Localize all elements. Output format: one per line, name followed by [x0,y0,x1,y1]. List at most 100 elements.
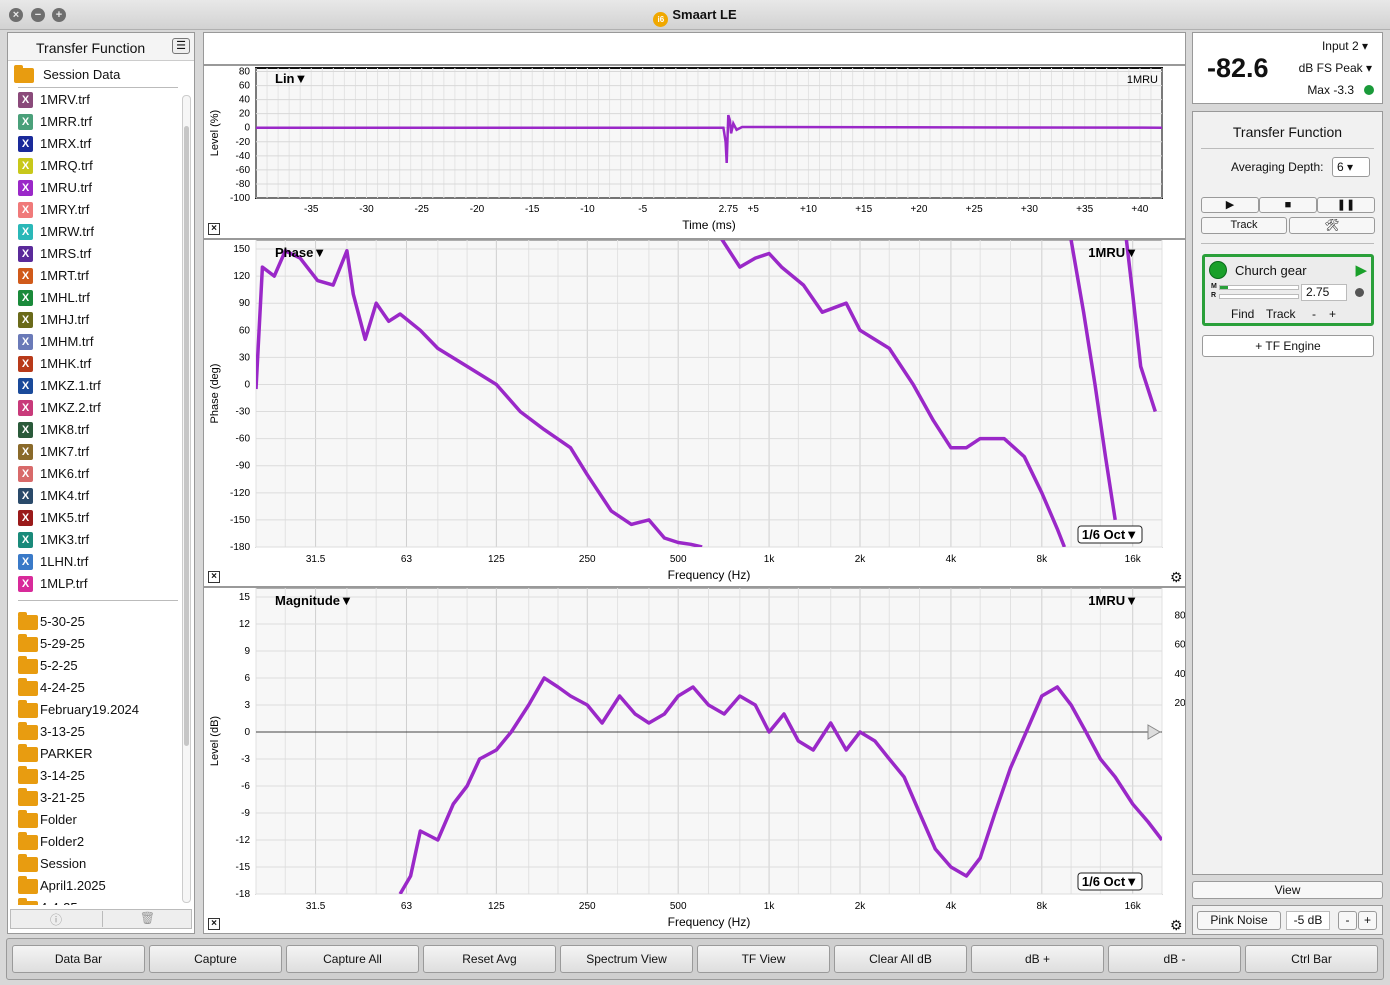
session-data-item[interactable]: Session Data [12,64,190,86]
cmd-data-bar-button[interactable]: Data Bar [12,945,145,973]
cmd-db-button[interactable]: dB + [971,945,1104,973]
x-tick-label: +5 [747,204,759,215]
delay-minus-button[interactable]: - [1312,307,1316,321]
file-item[interactable]: X 1MRY.trf [12,199,180,221]
folder-icon [18,634,38,652]
cmd-db-button[interactable]: dB - [1108,945,1241,973]
y-tick-label: 20 [239,109,251,120]
level-plus-button[interactable]: + [1358,911,1377,930]
play-button[interactable]: ▶ [1201,197,1259,213]
cmd-ctrl-bar-button[interactable]: Ctrl Bar [1245,945,1378,973]
cmd-reset-avg-button[interactable]: Reset Avg [423,945,556,973]
file-item[interactable]: X 1MHM.trf [12,331,180,353]
cmd-clear-all-db-button[interactable]: Clear All dB [834,945,967,973]
pink-noise-button[interactable]: Pink Noise [1197,911,1281,930]
folder-item[interactable]: February19.2024 [12,699,180,721]
file-item[interactable]: X 1MRQ.trf [12,155,180,177]
trace-file-icon: X [18,224,33,240]
tf-engine-card[interactable]: Church gear ▶ M R 2.75 Find Track - + [1202,254,1374,326]
play-triangle-icon[interactable]: ▶ [1355,261,1367,279]
gear-icon[interactable]: ⚙ [1170,569,1183,586]
file-item[interactable]: X 1MRX.trf [12,133,180,155]
cmd-spectrum-view-button[interactable]: Spectrum View [560,945,693,973]
file-item[interactable]: X 1MRR.trf [12,111,180,133]
file-name: 1MRW.trf [40,224,94,239]
track-delay-button[interactable]: Track [1266,307,1296,321]
meter-unit-select[interactable]: dB FS Peak ▾ [1299,61,1372,75]
trash-icon[interactable]: 🗑 [102,911,192,927]
averaging-depth-select[interactable]: 6 ▾ [1332,157,1370,177]
folder-name: 4-4-25 [40,900,78,905]
close-plot-icon[interactable]: × [208,223,220,235]
folder-item[interactable]: 5-30-25 [12,611,180,633]
folder-open-icon [14,65,34,83]
track-button[interactable]: Track [1201,217,1287,234]
stop-button[interactable]: ■ [1259,197,1317,213]
coherence-tick-label: 40 [1174,669,1185,680]
x-tick-label: -20 [470,204,485,215]
file-item[interactable]: X 1MK8.trf [12,419,180,441]
cmd-capture-button[interactable]: Capture [149,945,282,973]
y-tick-label: 30 [239,352,251,363]
delay-field[interactable]: 2.75 [1301,284,1347,301]
file-item[interactable]: X 1MHL.trf [12,287,180,309]
folder-item[interactable]: 5-2-25 [12,655,180,677]
folder-item[interactable]: 3-14-25 [12,765,180,787]
folder-item[interactable]: 3-13-25 [12,721,180,743]
file-item[interactable]: X 1MRU.trf [12,177,180,199]
file-item[interactable]: X 1MK3.trf [12,529,180,551]
close-plot-icon[interactable]: × [208,571,220,583]
file-item[interactable]: X 1MK6.trf [12,463,180,485]
close-plot-icon[interactable]: × [208,918,220,930]
file-item[interactable]: X 1MRW.trf [12,221,180,243]
folder-item[interactable]: 4-4-25 [12,897,180,905]
cmd-capture-all-button[interactable]: Capture All [286,945,419,973]
file-item[interactable]: X 1MLP.trf [12,573,180,595]
level-minus-button[interactable]: - [1338,911,1357,930]
impulse-plot[interactable]: 80 60 40 20 0 -20 -40 -60 -80 -100 -35 -30 -25 -20 -15… [204,66,1185,238]
find-button[interactable]: Find [1231,307,1254,321]
folder-item[interactable]: 3-21-25 [12,787,180,809]
folder-item[interactable]: Folder [12,809,180,831]
file-item[interactable]: X 1MRS.trf [12,243,180,265]
input-select[interactable]: Input 2 ▾ [1322,39,1368,53]
add-tf-engine-button[interactable]: + TF Engine [1202,335,1374,357]
pause-button[interactable]: ❚❚ [1317,197,1375,213]
file-item[interactable]: X 1MRV.trf [12,89,180,111]
file-item[interactable]: X 1MKZ.2.trf [12,397,180,419]
file-item[interactable]: X 1MHJ.trf [12,309,180,331]
file-item[interactable]: X 1MK7.trf [12,441,180,463]
bottom-command-bar: Data Bar Capture Capture All Reset Avg Spect… [6,938,1384,980]
view-button[interactable]: View [1192,881,1383,899]
scrollbar-thumb[interactable] [184,126,189,746]
file-item[interactable]: X 1MK4.trf [12,485,180,507]
folder-item[interactable]: 5-29-25 [12,633,180,655]
sidebar-menu-icon[interactable]: ☰ [172,38,190,54]
averaging-depth-value: 6 [1337,160,1344,174]
folder-item[interactable]: Folder2 [12,831,180,853]
phase-plot[interactable]: 31.5 63 125 250 500 1k 2k 4k 8k 16k 150 120 90 60 30 0 -… [204,240,1185,586]
trace-file-icon: X [18,466,33,482]
file-item[interactable]: X 1MRT.trf [12,265,180,287]
tools-button[interactable]: 🛠 [1289,217,1375,234]
folder-item[interactable]: PARKER [12,743,180,765]
folder-item[interactable]: Session [12,853,180,875]
sidebar-scrollbar[interactable] [182,95,191,903]
folder-item[interactable]: 4-24-25 [12,677,180,699]
trace-file-icon: X [18,378,33,394]
coherence-tick-label: 20 [1174,698,1185,709]
gear-icon[interactable]: ⚙ [1170,917,1183,934]
folder-item[interactable]: April1.2025 [12,875,180,897]
generator-level-field[interactable]: -5 dB [1286,911,1330,930]
file-item[interactable]: X 1LHN.trf [12,551,180,573]
cmd-tf-view-button[interactable]: TF View [697,945,830,973]
file-item[interactable]: X 1MKZ.1.trf [12,375,180,397]
info-icon[interactable]: ⓘ [11,911,101,927]
delay-plus-button[interactable]: + [1329,307,1336,321]
file-item[interactable]: X 1MK5.trf [12,507,180,529]
y-tick-label: -150 [230,515,250,526]
file-item[interactable]: X 1MHK.trf [12,353,180,375]
record-dot-icon[interactable] [1355,288,1364,297]
engine-on-icon[interactable] [1209,261,1227,279]
magnitude-plot[interactable]: 31.5 63 125 250 500 1k 2k 4k 8k 16k15129630-3-6-9… [204,588,1185,933]
